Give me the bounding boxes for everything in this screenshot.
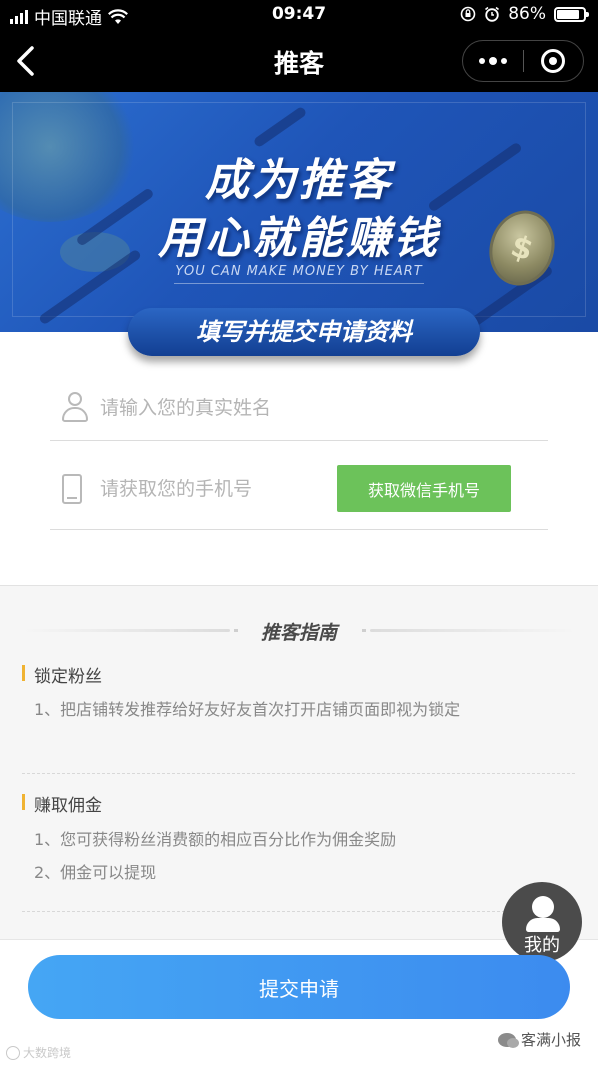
more-dot-icon	[478, 58, 485, 64]
watermark-left-text: 大数跨境	[23, 1046, 72, 1060]
person-icon	[62, 392, 88, 422]
guide-item: 1、把店铺转发推荐给好友好友首次打开店铺页面即视为锁定	[34, 700, 461, 719]
banner-headline-1: 成为推客	[205, 155, 393, 206]
target-icon	[541, 49, 566, 73]
my-profile-button[interactable]: 我的	[502, 882, 582, 962]
coin-symbol: $	[506, 228, 538, 269]
more-button[interactable]	[463, 41, 523, 81]
wechat-icon	[498, 1032, 519, 1048]
watermark-logo-icon	[6, 1045, 20, 1060]
close-mini-program-button[interactable]	[523, 41, 583, 81]
status-bar: 中国联通 09:47 86%	[0, 0, 598, 30]
guide-section: 推客指南 锁定粉丝 1、把店铺转发推荐给好友好友首次打开店铺页面即视为锁定 赚取…	[0, 585, 598, 940]
guide-section-heading: 赚取佣金	[22, 791, 102, 816]
mobile-phone-icon	[62, 474, 82, 504]
navigation-bar: 推客	[0, 30, 598, 92]
alarm-icon	[485, 6, 500, 22]
status-right: 86%	[460, 4, 589, 24]
watermark-right-text: 客满小报	[521, 1031, 582, 1049]
dashed-divider	[22, 773, 575, 774]
guide-item: 1、您可获得粉丝消费额的相应百分比作为佣金奖励	[34, 830, 397, 849]
guide-title-line-right	[362, 629, 576, 632]
battery-icon	[554, 6, 589, 22]
more-dot-icon	[500, 58, 507, 64]
battery-fill	[557, 9, 580, 19]
promo-banner: 成为推客 用心就能赚钱 YOU CAN MAKE MONEY BY HEART	[0, 92, 598, 332]
submit-application-button[interactable]: 提交申请	[28, 955, 570, 1019]
rotation-lock-icon	[460, 6, 476, 22]
get-wechat-phone-button[interactable]: 获取微信手机号	[337, 465, 511, 512]
guide-section-heading: 锁定粉丝	[22, 662, 102, 687]
guide-item: 2、佣金可以提现	[34, 863, 157, 882]
my-profile-label: 我的	[524, 935, 560, 956]
watermark-right: 客满小报	[498, 1029, 581, 1050]
mini-program-capsule	[462, 40, 584, 82]
user-icon	[532, 896, 554, 918]
user-icon-body	[526, 918, 560, 932]
watermark-left: 大数跨境	[6, 1044, 71, 1061]
dashed-divider	[22, 911, 575, 912]
banner-ribbon: 填写并提交申请资料	[128, 308, 480, 356]
name-input[interactable]	[100, 394, 520, 422]
name-field	[50, 380, 548, 441]
phone-input[interactable]	[100, 475, 330, 503]
more-dot-icon	[488, 57, 497, 65]
battery-percent: 86%	[508, 4, 546, 24]
